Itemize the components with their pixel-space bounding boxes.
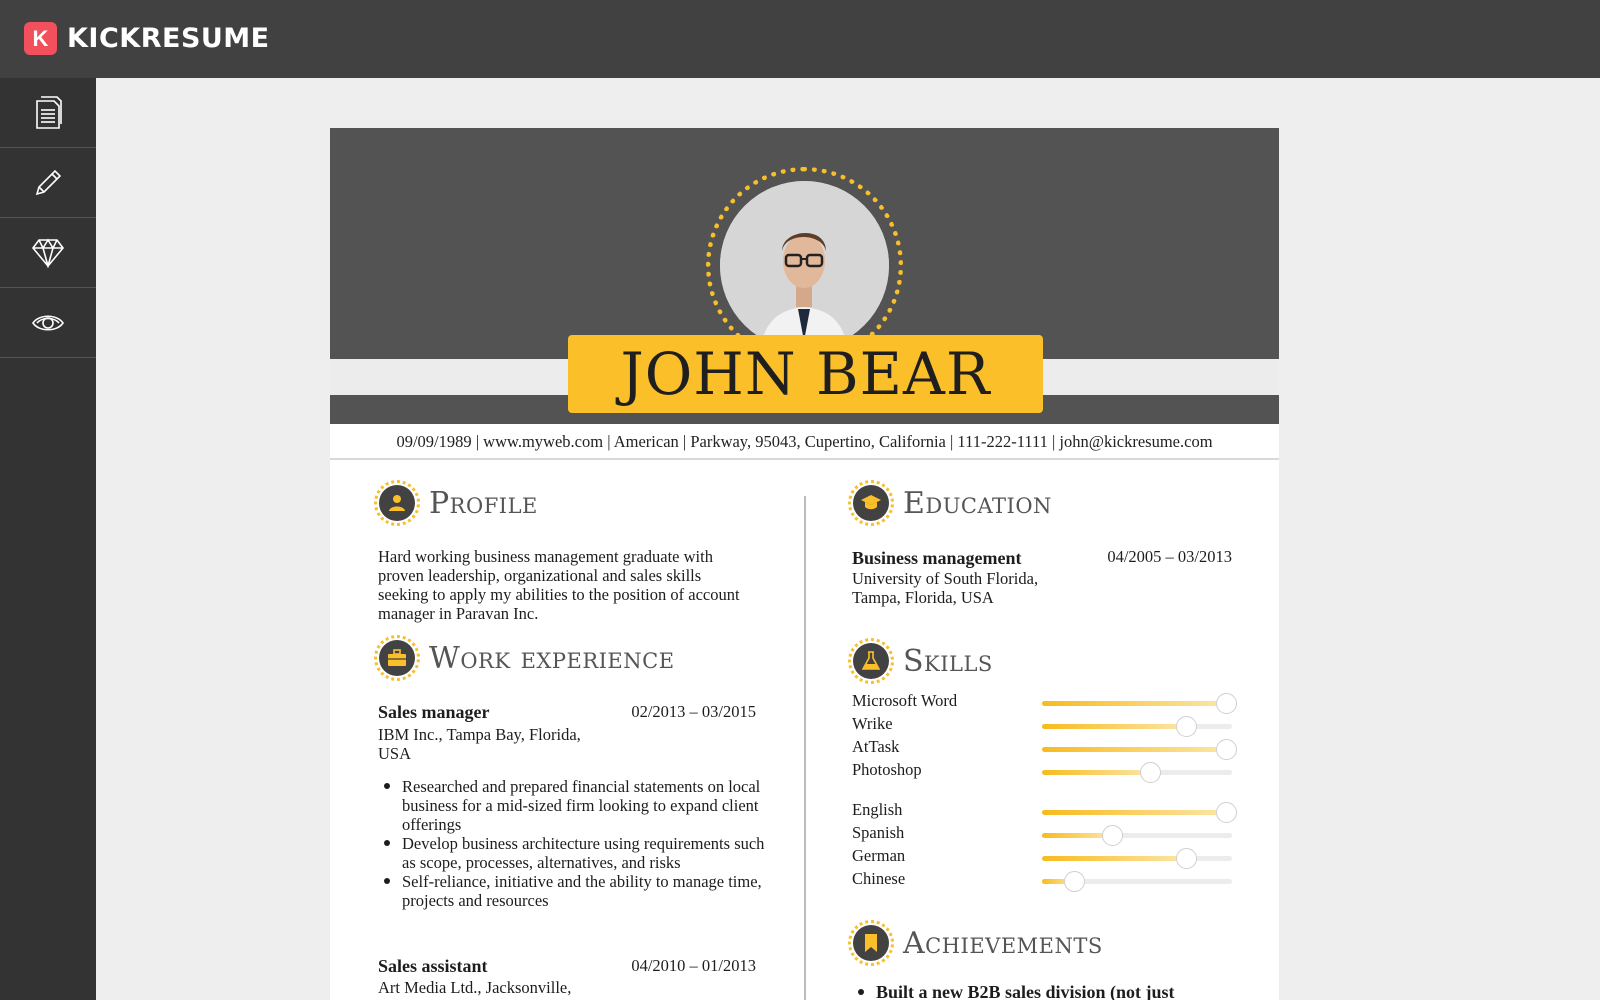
briefcase-icon (388, 649, 406, 666)
education-school: University of South Florida, Tampa, Flor… (852, 569, 1039, 607)
job-dates: 02/2013 – 03/2015 (631, 702, 756, 721)
education-degree: Business management (852, 548, 1022, 568)
skill-name: German (852, 846, 906, 865)
profile-heading: Profile (374, 480, 538, 526)
skill-row: Microsoft Word (852, 691, 1238, 714)
achievements-title: Achievements (903, 925, 1103, 961)
sidebar-item-templates[interactable] (0, 218, 96, 288)
education-heading: Education (848, 480, 1052, 526)
app-logo[interactable]: K KICKRESUME (24, 22, 270, 55)
skill-name: Chinese (852, 869, 906, 888)
profile-text: Hard working business management graduat… (378, 547, 740, 623)
job-dates: 04/2010 – 01/2013 (631, 956, 756, 975)
contact-line: 09/09/1989 | www.myweb.com | American | … (330, 424, 1279, 460)
skill-level-knob[interactable] (1140, 762, 1162, 783)
list-item: Built a new B2B sales division (not just (852, 983, 1232, 1000)
skill-row: Spanish (852, 823, 1232, 846)
skill-row: English (852, 800, 1238, 823)
sidebar-item-edit[interactable] (0, 148, 96, 218)
skill-level-knob[interactable] (1176, 716, 1198, 737)
resume-sheet: JOHN BEAR 09/09/1989 | www.myweb.com | A… (330, 128, 1279, 1000)
column-divider (804, 496, 806, 1000)
skill-level-bar (1042, 762, 1232, 783)
sidebar-item-preview[interactable] (0, 288, 96, 358)
skills-title: Skills (903, 643, 993, 679)
skill-level-knob[interactable] (1064, 871, 1086, 892)
list-item: Develop business architecture using requ… (378, 834, 768, 872)
person-icon (389, 495, 405, 511)
job-bullets: Researched and prepared financial statem… (378, 777, 768, 910)
skill-level-knob[interactable] (1216, 802, 1238, 823)
pencil-icon (35, 169, 62, 195)
profile-photo (720, 181, 889, 350)
skill-name: Photoshop (852, 760, 922, 779)
job-company: IBM Inc., Tampa Bay, Florida, USA (378, 725, 581, 763)
document-icon (36, 95, 62, 129)
education-title: Education (903, 485, 1052, 521)
skill-level-bar (1042, 825, 1232, 846)
achievements-heading: Achievements (848, 920, 1103, 966)
skill-name: AtTask (852, 737, 900, 756)
bookmark-icon (865, 934, 877, 952)
flask-icon (862, 651, 880, 670)
work-title: Work experience (429, 640, 675, 676)
skill-row: German (852, 846, 1232, 869)
logo-icon: K (24, 22, 57, 55)
skill-level-knob[interactable] (1102, 825, 1124, 846)
skill-row: Chinese (852, 869, 1232, 892)
job-role: Sales manager (378, 702, 490, 722)
name-banner: JOHN BEAR (568, 335, 1043, 413)
skill-level-fill (1042, 724, 1187, 729)
top-bar: K KICKRESUME (0, 0, 1600, 78)
skills-heading: Skills (848, 638, 993, 684)
app-name: KICKRESUME (67, 23, 270, 54)
skill-level-bar (1042, 848, 1232, 869)
list-item: Self-reliance, initiative and the abilit… (378, 872, 768, 910)
sidebar (0, 78, 96, 1000)
list-item: Researched and prepared financial statem… (378, 777, 768, 834)
job-company: Art Media Ltd., Jacksonville, Florida, U… (378, 978, 572, 1000)
skill-name: Spanish (852, 823, 905, 842)
job-role: Sales assistant (378, 956, 488, 976)
skill-level-fill (1042, 770, 1151, 775)
skill-level-knob[interactable] (1216, 693, 1238, 714)
skill-level-bar (1042, 802, 1238, 823)
eye-icon (32, 314, 64, 331)
skill-level-fill (1042, 701, 1227, 706)
skill-level-fill (1042, 810, 1227, 815)
work-heading: Work experience (374, 635, 675, 681)
skill-level-fill (1042, 856, 1187, 861)
skill-row: Photoshop (852, 760, 1232, 783)
education-dates: 04/2005 – 03/2013 (1107, 547, 1232, 566)
skill-row: AtTask (852, 737, 1238, 760)
skill-name: Wrike (852, 714, 893, 733)
diamond-icon (31, 237, 65, 268)
skill-row: Wrike (852, 714, 1232, 737)
candidate-name: JOHN BEAR (620, 340, 991, 408)
skill-level-knob[interactable] (1176, 848, 1198, 869)
profile-title: Profile (429, 485, 538, 521)
achievements-list: Built a new B2B sales division (not just (852, 983, 1232, 1000)
skill-level-bar (1042, 693, 1238, 714)
skill-name: English (852, 800, 903, 819)
skill-level-bar (1042, 739, 1238, 760)
skill-name: Microsoft Word (852, 691, 958, 710)
skill-level-bar (1042, 871, 1232, 892)
sidebar-item-document[interactable] (0, 78, 96, 148)
skill-level-bar (1042, 716, 1232, 737)
skill-level-knob[interactable] (1216, 739, 1238, 760)
skill-level-fill (1042, 747, 1227, 752)
graduation-cap-icon (861, 495, 881, 510)
